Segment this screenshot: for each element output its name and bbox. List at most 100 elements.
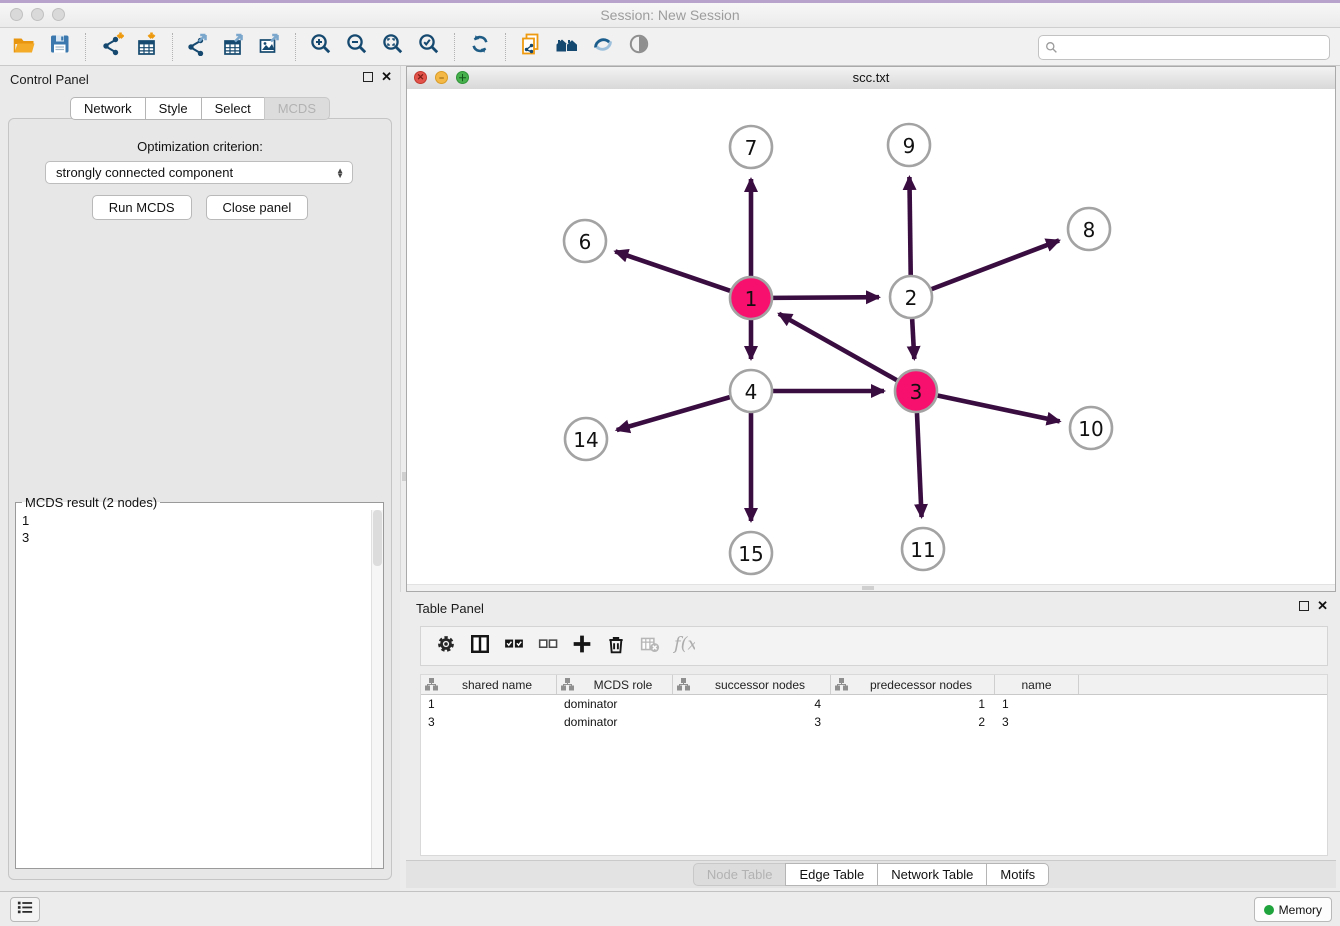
tab-network[interactable]: Network	[70, 97, 146, 120]
close-panel-button[interactable]: Close panel	[206, 195, 309, 220]
tab-select[interactable]: Select	[201, 97, 265, 120]
zoom-selected-button[interactable]	[411, 31, 447, 63]
table-cell: 1	[421, 695, 557, 712]
deselect-all-columns-button[interactable]	[531, 631, 565, 661]
column-header-successor-nodes[interactable]: successor nodes	[673, 675, 831, 694]
table-tab-bar: Node TableEdge TableNetwork TableMotifs	[406, 860, 1336, 888]
float-panel-icon[interactable]	[363, 72, 373, 82]
close-panel-icon[interactable]: ✕	[381, 72, 392, 82]
export-table-button[interactable]	[216, 31, 252, 63]
svg-text:f(x): f(x)	[673, 634, 695, 653]
export-network-button[interactable]	[180, 31, 216, 63]
column-type-icon	[835, 678, 848, 691]
search-field[interactable]	[1038, 35, 1330, 60]
result-scrollbar[interactable]	[371, 510, 383, 868]
window-title: Session: New Session	[0, 7, 1340, 23]
duplicate-network-button[interactable]	[513, 31, 549, 63]
graph-node-8[interactable]: 8	[1068, 208, 1110, 250]
network-canvas[interactable]: 7 9 6 8 1 2 4 3 14 10 15 11	[407, 89, 1335, 585]
split-column-view-button[interactable]	[463, 631, 497, 661]
svg-text:14: 14	[573, 428, 598, 452]
export-image-button[interactable]	[252, 31, 288, 63]
zoom-in-button[interactable]	[303, 31, 339, 63]
graph-node-14[interactable]: 14	[565, 418, 607, 460]
table-cell: dominator	[557, 695, 673, 712]
graph-node-3[interactable]: 3	[895, 370, 937, 412]
graph-node-2[interactable]: 2	[890, 276, 932, 318]
refresh-view-icon	[467, 32, 493, 61]
graph-node-4[interactable]: 4	[730, 370, 772, 412]
zoom-out-icon	[344, 32, 370, 61]
hide-panels-button[interactable]	[621, 31, 657, 63]
column-type-icon	[677, 678, 690, 691]
show-all-views-button[interactable]	[549, 31, 585, 63]
table-row[interactable]: 1dominator411	[421, 695, 1327, 713]
criterion-dropdown-value: strongly connected component	[46, 165, 336, 180]
float-table-panel-icon[interactable]	[1299, 601, 1309, 611]
table-cell: 1	[995, 695, 1079, 712]
graph-node-7[interactable]: 7	[730, 126, 772, 168]
refresh-view-button[interactable]	[462, 31, 498, 63]
criterion-dropdown[interactable]: strongly connected component ▲▼	[45, 161, 353, 184]
apply-preferred-style-button[interactable]	[585, 31, 621, 63]
memory-button[interactable]: Memory	[1254, 897, 1332, 922]
save-session-button[interactable]	[42, 31, 78, 63]
task-history-button[interactable]	[10, 897, 40, 922]
run-mcds-button[interactable]: Run MCDS	[92, 195, 192, 220]
edge-3-11[interactable]	[917, 413, 922, 517]
zoom-fit-content-button[interactable]	[375, 31, 411, 63]
graph-node-6[interactable]: 6	[564, 220, 606, 262]
select-all-columns-button[interactable]	[497, 631, 531, 661]
table-cell: 3	[995, 713, 1079, 730]
duplicate-network-icon	[518, 32, 544, 61]
tab-mcds[interactable]: MCDS	[264, 97, 330, 120]
mcds-result-list: 1 3	[22, 512, 29, 546]
svg-text:6: 6	[579, 230, 592, 254]
close-table-panel-icon[interactable]: ✕	[1317, 601, 1328, 611]
edge-3-1[interactable]	[779, 314, 897, 380]
memory-status-icon	[1264, 905, 1274, 915]
edge-1-6[interactable]	[615, 251, 730, 290]
add-column-button[interactable]	[565, 631, 599, 661]
select-all-columns-icon	[503, 634, 525, 659]
open-session-button[interactable]	[6, 31, 42, 63]
column-header-shared-name[interactable]: shared name	[421, 675, 557, 694]
network-window-titlebar[interactable]: ✕ − ＋ scc.txt	[407, 67, 1335, 90]
tab-style[interactable]: Style	[145, 97, 202, 120]
edge-4-14[interactable]	[617, 397, 730, 430]
application-window: Session: New Session Control Panel ✕ Net…	[0, 0, 1340, 926]
table-tab-node-table[interactable]: Node Table	[693, 863, 787, 886]
import-table-button[interactable]	[129, 31, 165, 63]
network-horizontal-scrollbar[interactable]	[407, 584, 1335, 591]
table-cell: 4	[673, 695, 831, 712]
graph-node-1[interactable]: 1	[730, 277, 772, 319]
edge-3-10[interactable]	[938, 396, 1060, 422]
column-header-MCDS-role[interactable]: MCDS role	[557, 675, 673, 694]
edge-2-9[interactable]	[909, 177, 910, 275]
edge-1-2[interactable]	[773, 297, 879, 298]
table-settings-button[interactable]	[429, 631, 463, 661]
column-header-name[interactable]: name	[995, 675, 1079, 694]
search-icon	[1045, 41, 1058, 54]
svg-text:15: 15	[738, 542, 763, 566]
graph-node-9[interactable]: 9	[888, 124, 930, 166]
table-cell: 2	[831, 713, 995, 730]
table-row[interactable]: 3dominator323	[421, 713, 1327, 731]
table-tab-edge-table[interactable]: Edge Table	[785, 863, 878, 886]
toolbar-separator	[505, 33, 506, 61]
delete-column-button[interactable]	[599, 631, 633, 661]
control-panel-header: Control Panel ✕	[0, 66, 400, 92]
column-header-predecessor-nodes[interactable]: predecessor nodes	[831, 675, 995, 694]
zoom-out-button[interactable]	[339, 31, 375, 63]
graph-node-10[interactable]: 10	[1070, 407, 1112, 449]
search-input[interactable]	[1062, 38, 1329, 58]
svg-text:10: 10	[1078, 417, 1103, 441]
table-tab-network-table[interactable]: Network Table	[877, 863, 987, 886]
edge-2-3[interactable]	[912, 319, 914, 359]
table-tab-motifs[interactable]: Motifs	[986, 863, 1049, 886]
graph-node-11[interactable]: 11	[902, 528, 944, 570]
import-network-button[interactable]	[93, 31, 129, 63]
edge-2-8[interactable]	[932, 240, 1060, 289]
graph-node-15[interactable]: 15	[730, 532, 772, 574]
svg-text:1: 1	[745, 287, 758, 311]
